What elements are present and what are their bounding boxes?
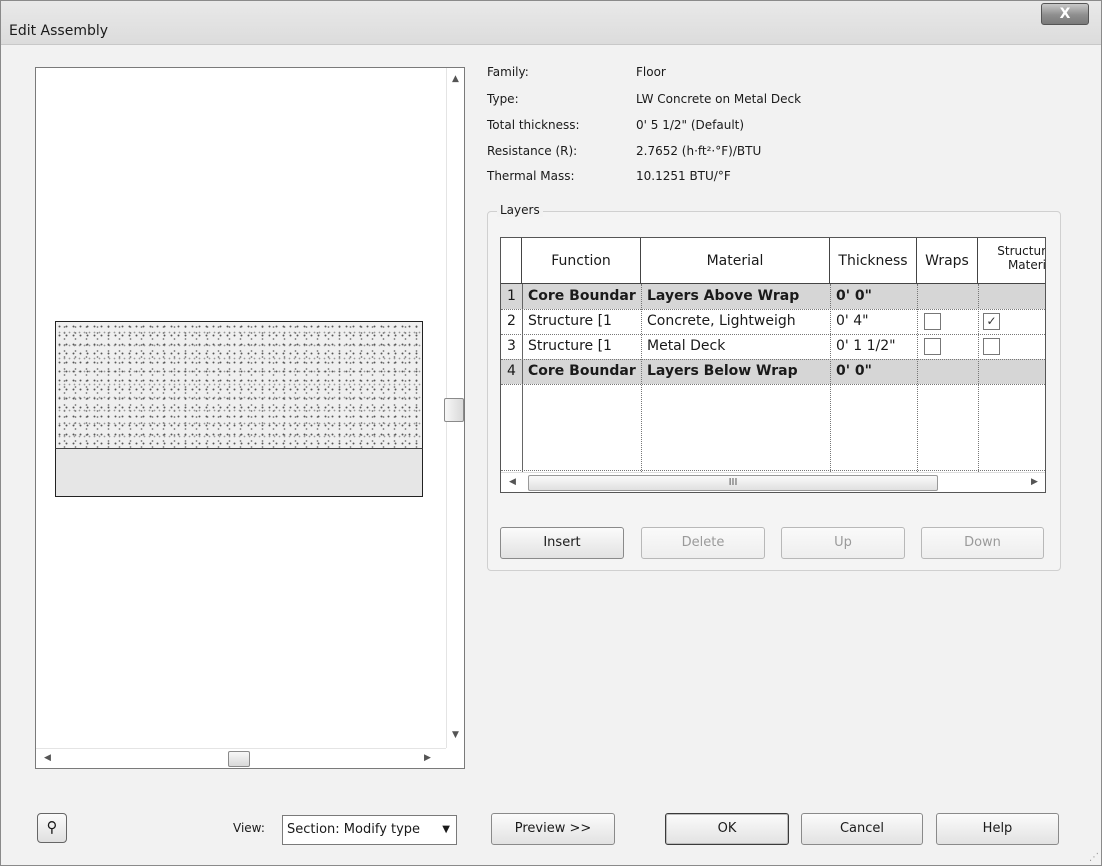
function-cell[interactable]: Structure [1: [522, 309, 641, 333]
row-number: 2: [507, 313, 516, 329]
thickness-cell[interactable]: 0' 4": [830, 309, 917, 333]
view-select[interactable]: Section: Modify type ▼: [282, 815, 457, 845]
grid-divider: [501, 470, 1045, 471]
wraps-header[interactable]: Wraps: [917, 238, 978, 284]
resistance-label: Resistance (R):: [487, 144, 578, 158]
preview-vertical-scroll-thumb[interactable]: [444, 398, 464, 422]
layers-legend: Layers: [497, 203, 543, 217]
close-button[interactable]: X: [1041, 3, 1089, 25]
scroll-right-icon[interactable]: ▶: [424, 753, 431, 763]
function-cell[interactable]: Structure [1: [522, 334, 641, 358]
thermal-mass-label: Thermal Mass:: [487, 169, 575, 183]
scroll-right-icon[interactable]: ▶: [1031, 477, 1038, 487]
grid-divider: [501, 384, 1045, 385]
row-number-header: [501, 238, 522, 284]
material-header[interactable]: Material: [641, 238, 830, 284]
type-label: Type:: [487, 92, 519, 106]
up-button[interactable]: Up: [781, 527, 905, 559]
cancel-button[interactable]: Cancel: [801, 813, 923, 845]
total-thickness-label: Total thickness:: [487, 118, 580, 132]
material-cell[interactable]: Concrete, Lightweigh: [641, 309, 830, 333]
window-title: Edit Assembly: [9, 23, 109, 39]
material-cell[interactable]: Metal Deck: [641, 334, 830, 358]
thickness-cell[interactable]: 0' 0": [830, 284, 917, 308]
thermal-mass-value: 10.1251 BTU/°F: [636, 169, 731, 183]
layers-grid[interactable]: Function Material Thickness Wraps Struct…: [500, 237, 1046, 493]
material-cell[interactable]: Layers Below Wrap: [641, 359, 830, 383]
thickness-cell[interactable]: 0' 0": [830, 359, 917, 383]
edit-assembly-dialog: Edit Assembly X ▲ ▼ ◀ ▶ Family: Floor Ty…: [0, 0, 1102, 866]
structural-material-header[interactable]: Structur Materi: [978, 238, 1046, 284]
row-number: 1: [507, 288, 516, 304]
down-button[interactable]: Down: [921, 527, 1044, 559]
wraps-checkbox[interactable]: [924, 313, 941, 330]
type-value: LW Concrete on Metal Deck: [636, 92, 802, 106]
view-select-value: Section: Modify type: [287, 822, 421, 837]
preview-button[interactable]: Preview >>: [491, 813, 615, 845]
grid-horizontal-scrollbar[interactable]: ◀ III ▶: [501, 472, 1045, 492]
title-bar: Edit Assembly X: [1, 1, 1101, 45]
structural-material-checkbox[interactable]: ✓: [983, 313, 1000, 330]
function-cell[interactable]: Core Boundar: [522, 284, 641, 308]
row-number: 4: [507, 363, 516, 379]
resize-grip-icon[interactable]: ⋰: [1089, 852, 1099, 863]
scroll-up-icon[interactable]: ▲: [452, 74, 459, 84]
view-label: View:: [233, 821, 265, 835]
structural-header-line1: Structur: [997, 244, 1046, 258]
ok-button[interactable]: OK: [665, 813, 789, 845]
function-header[interactable]: Function: [522, 238, 641, 284]
zoom-help-icon[interactable]: ⚲: [37, 813, 67, 843]
insert-button[interactable]: Insert: [500, 527, 624, 559]
concrete-layer-graphic: [55, 321, 423, 449]
total-thickness-value: 0' 5 1/2" (Default): [636, 118, 745, 132]
scroll-left-icon[interactable]: ◀: [509, 477, 516, 487]
thickness-header[interactable]: Thickness: [830, 238, 917, 284]
scroll-left-icon[interactable]: ◀: [44, 753, 51, 763]
help-button[interactable]: Help: [936, 813, 1059, 845]
structural-header-line2: Materi: [1007, 258, 1046, 272]
delete-button[interactable]: Delete: [641, 527, 765, 559]
scroll-down-icon[interactable]: ▼: [452, 730, 459, 740]
preview-horizontal-scrollbar[interactable]: ◀ ▶: [36, 748, 446, 768]
row-number: 3: [507, 338, 516, 354]
chevron-down-icon: ▼: [442, 824, 450, 835]
family-value: Floor: [636, 65, 666, 79]
family-label: Family:: [487, 65, 529, 79]
preview-horizontal-scroll-thumb[interactable]: [228, 751, 250, 767]
material-cell[interactable]: Layers Above Wrap: [641, 284, 830, 308]
grid-divider: [917, 284, 918, 472]
metal-deck-layer-graphic: [55, 449, 423, 497]
wraps-checkbox[interactable]: [924, 338, 941, 355]
resistance-value: 2.7652 (h·ft²·°F)/BTU: [636, 144, 762, 158]
grid-divider: [978, 284, 979, 472]
section-preview-pane[interactable]: ▲ ▼ ◀ ▶: [35, 67, 465, 769]
thickness-cell[interactable]: 0' 1 1/2": [830, 334, 917, 358]
function-cell[interactable]: Core Boundar: [522, 359, 641, 383]
grid-scroll-thumb[interactable]: III: [528, 475, 938, 491]
structural-material-checkbox[interactable]: [983, 338, 1000, 355]
